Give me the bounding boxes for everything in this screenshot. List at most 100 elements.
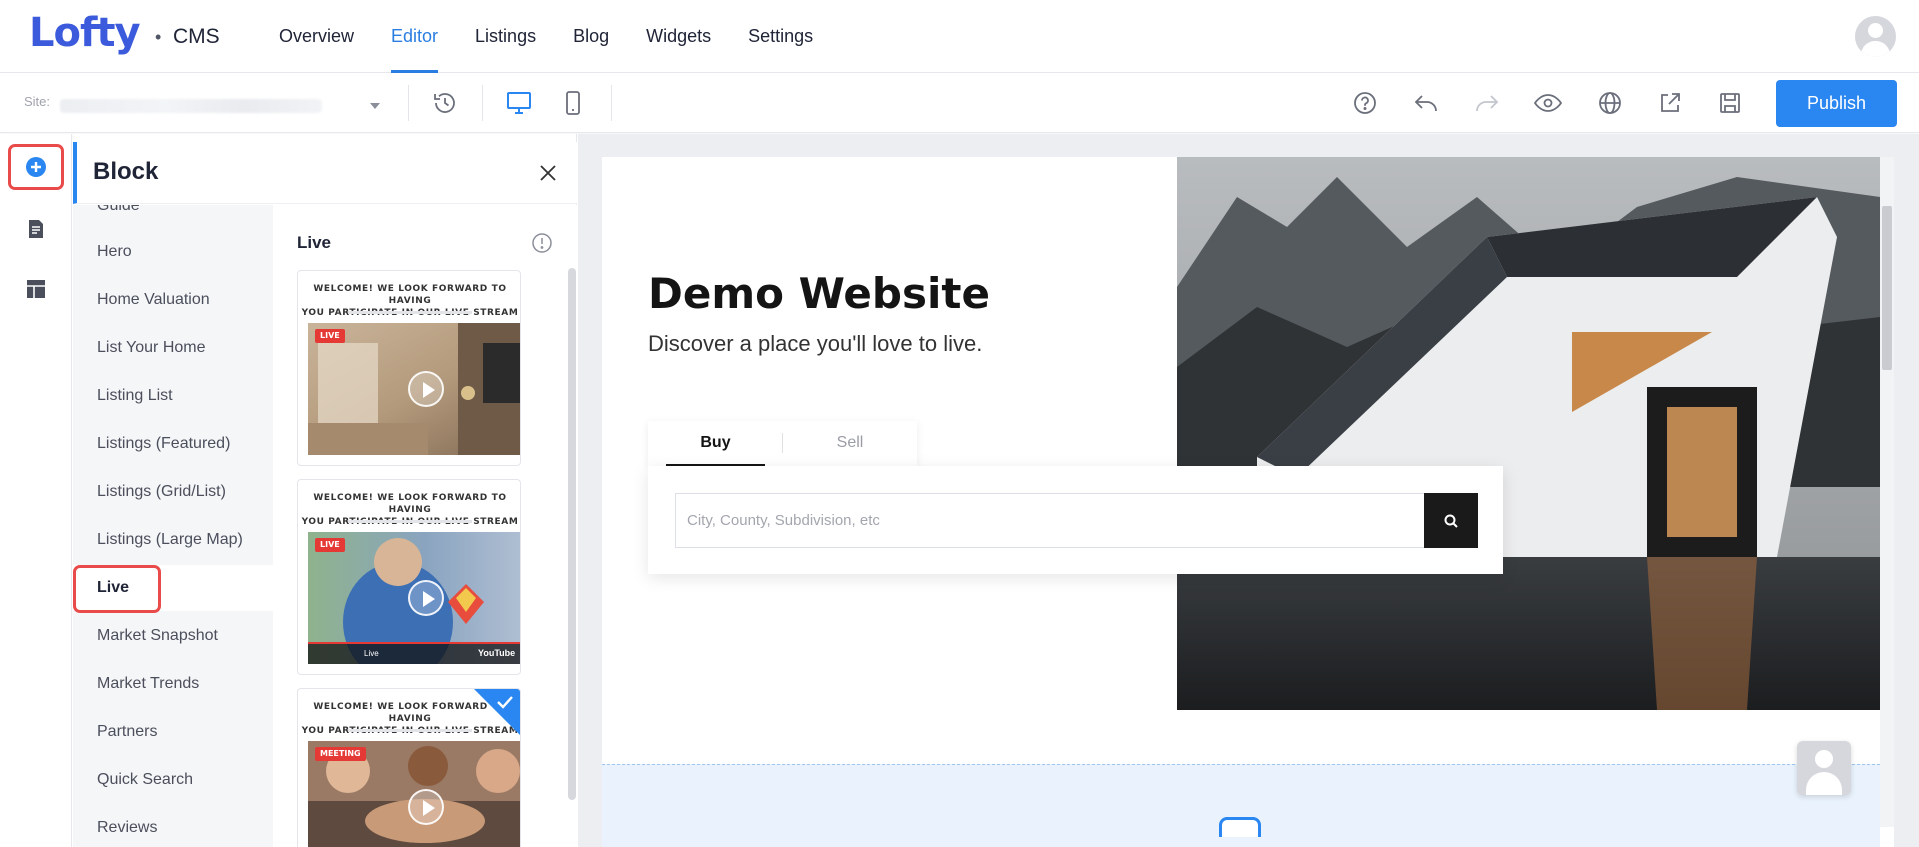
play-icon bbox=[408, 371, 444, 407]
category-listings-large-map[interactable]: Listings (Large Map) bbox=[73, 517, 273, 563]
website-preview: Demo Website Discover a place you'll lov… bbox=[602, 157, 1894, 847]
chevron-down-icon[interactable] bbox=[370, 103, 380, 109]
category-live[interactable]: Live bbox=[73, 565, 273, 613]
section-handle[interactable] bbox=[1219, 817, 1261, 837]
desktop-icon[interactable] bbox=[504, 88, 534, 118]
buy-sell-tabs: Buy Sell bbox=[648, 421, 917, 466]
preview-scrollbar-thumb[interactable] bbox=[1882, 206, 1892, 370]
live-badge: LIVE bbox=[315, 538, 345, 552]
nav-overview[interactable]: Overview bbox=[279, 0, 354, 73]
redo-icon[interactable] bbox=[1472, 88, 1502, 118]
close-icon[interactable] bbox=[535, 160, 561, 186]
share-icon[interactable] bbox=[1655, 88, 1685, 118]
category-hero[interactable]: Hero bbox=[73, 229, 273, 275]
main-nav: Overview Editor Listings Blog Widgets Se… bbox=[279, 0, 850, 73]
hero-subtitle: Discover a place you'll love to live. bbox=[648, 331, 983, 356]
category-home-valuation[interactable]: Home Valuation bbox=[73, 277, 273, 323]
add-block-icon bbox=[26, 157, 46, 177]
top-navigation: Lofty • CMS Overview Editor Listings Blo… bbox=[0, 0, 1919, 73]
hero-title: Demo Website bbox=[648, 269, 990, 318]
live-template-card[interactable]: WELCOME! WE LOOK FORWARD TO HAVING YOU P… bbox=[297, 479, 521, 675]
avatar-head bbox=[1815, 750, 1833, 768]
live-template-card[interactable]: WELCOME! WE LOOK FORWARD TO HAVING YOU P… bbox=[297, 270, 521, 466]
live-badge: LIVE bbox=[315, 329, 345, 343]
card-subtext bbox=[348, 520, 472, 523]
mobile-icon[interactable] bbox=[558, 88, 588, 118]
highlight-box bbox=[73, 565, 161, 613]
nav-settings[interactable]: Settings bbox=[748, 0, 813, 73]
card-heading-line: WELCOME! WE LOOK FORWARD TO HAVING bbox=[313, 493, 507, 515]
left-rail bbox=[0, 134, 72, 847]
category-guide[interactable]: Guide bbox=[73, 205, 273, 229]
toolbar-divider bbox=[482, 85, 483, 121]
nav-listings[interactable]: Listings bbox=[475, 0, 536, 73]
hero-image bbox=[1177, 157, 1880, 710]
undo-icon[interactable] bbox=[1411, 88, 1441, 118]
meeting-badge: MEETING bbox=[315, 747, 366, 761]
category-market-trends[interactable]: Market Trends bbox=[73, 661, 273, 707]
section-title: Live bbox=[297, 233, 332, 252]
block-category-list: Guide Hero Home Valuation List Your Home… bbox=[73, 205, 273, 847]
player-live-text: Live bbox=[364, 649, 379, 658]
category-partners[interactable]: Partners bbox=[73, 709, 273, 755]
quick-search-card bbox=[648, 466, 1503, 574]
category-listings-grid-list[interactable]: Listings (Grid/List) bbox=[73, 469, 273, 515]
search-icon bbox=[1444, 514, 1458, 528]
block-panel-header: Block bbox=[73, 142, 577, 204]
nav-widgets[interactable]: Widgets bbox=[646, 0, 711, 73]
info-icon[interactable] bbox=[531, 232, 553, 254]
check-icon bbox=[497, 696, 513, 709]
youtube-brand: YouTube bbox=[478, 648, 516, 658]
editor-toolbar: Site: Publish bbox=[0, 73, 1919, 133]
card-subtext bbox=[348, 729, 472, 732]
card-video-thumbnail: MEETING bbox=[308, 741, 520, 847]
layout-button[interactable] bbox=[8, 266, 64, 312]
category-market-snapshot[interactable]: Market Snapshot bbox=[73, 613, 273, 659]
block-templates: Live WELCOME! WE LOOK FORWARD TO HAVING … bbox=[273, 205, 577, 847]
card-video-thumbnail: LIVE Live YouTube bbox=[308, 532, 520, 664]
history-icon[interactable] bbox=[430, 88, 460, 118]
search-input[interactable] bbox=[675, 493, 1424, 548]
block-panel: Block Guide Hero Home Valuation List You… bbox=[73, 134, 577, 847]
lofty-logo[interactable]: Lofty bbox=[29, 10, 141, 56]
add-block-button[interactable] bbox=[8, 144, 64, 190]
preview-eye-icon[interactable] bbox=[1533, 88, 1563, 118]
tab-sell[interactable]: Sell bbox=[783, 421, 917, 466]
category-listings-featured[interactable]: Listings (Featured) bbox=[73, 421, 273, 467]
avatar-head bbox=[1868, 23, 1883, 38]
block-panel-title: Block bbox=[93, 158, 159, 185]
save-icon[interactable] bbox=[1715, 88, 1745, 118]
avatar-body bbox=[1806, 772, 1842, 795]
play-icon bbox=[408, 580, 444, 616]
category-listing-list[interactable]: Listing List bbox=[73, 373, 273, 419]
card-heading-line: WELCOME! WE LOOK FORWARD TO HAVING bbox=[313, 284, 507, 306]
category-list-your-home[interactable]: List Your Home bbox=[73, 325, 273, 371]
layout-icon bbox=[27, 280, 45, 298]
logo-separator: • bbox=[155, 27, 162, 47]
panel-scrollbar[interactable] bbox=[568, 268, 576, 800]
avatar-body bbox=[1861, 41, 1890, 57]
product-name: CMS bbox=[173, 25, 220, 48]
live-template-card-selected[interactable]: WELCOME! WE LOOK FORWARD TO HAVING YOU P… bbox=[297, 688, 521, 847]
nav-blog[interactable]: Blog bbox=[573, 0, 609, 73]
toolbar-divider bbox=[408, 85, 409, 121]
help-icon[interactable] bbox=[1350, 88, 1380, 118]
next-section-dropzone[interactable] bbox=[602, 764, 1880, 847]
card-video-thumbnail: LIVE bbox=[308, 323, 520, 455]
category-reviews[interactable]: Reviews bbox=[73, 805, 273, 847]
toolbar-divider bbox=[611, 85, 612, 121]
pages-button[interactable] bbox=[8, 206, 64, 252]
publish-button[interactable]: Publish bbox=[1776, 80, 1897, 127]
site-label: Site: bbox=[24, 94, 51, 109]
pages-icon bbox=[29, 220, 43, 238]
globe-icon[interactable] bbox=[1595, 88, 1625, 118]
search-button[interactable] bbox=[1424, 493, 1478, 548]
chat-agent-avatar[interactable] bbox=[1797, 741, 1851, 795]
site-selector-value[interactable] bbox=[60, 99, 322, 113]
play-icon bbox=[408, 789, 444, 825]
nav-editor[interactable]: Editor bbox=[391, 0, 439, 73]
category-quick-search[interactable]: Quick Search bbox=[73, 757, 273, 803]
card-subtext bbox=[348, 311, 472, 314]
user-avatar[interactable] bbox=[1855, 16, 1896, 57]
tab-buy[interactable]: Buy bbox=[666, 421, 765, 466]
